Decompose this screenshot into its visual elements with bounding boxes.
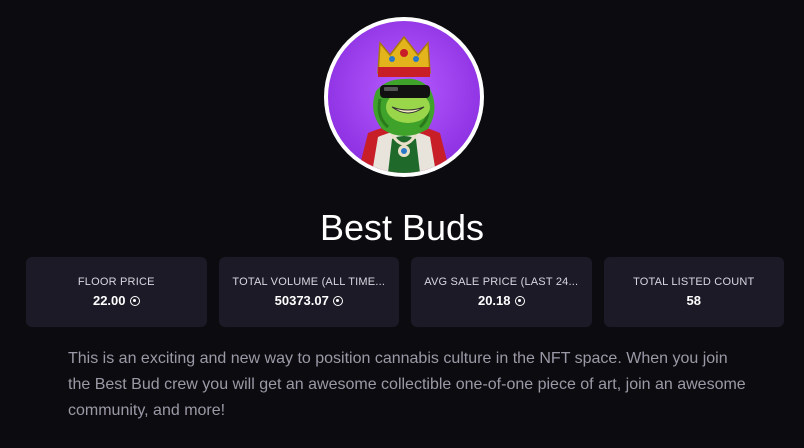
stat-label: AVG SALE PRICE (LAST 24... (424, 276, 579, 288)
collection-avatar (324, 17, 484, 177)
stat-value-text: 58 (686, 293, 701, 308)
sol-icon (129, 295, 140, 306)
stat-value: 58 (687, 293, 701, 308)
stat-label: TOTAL VOLUME (ALL TIME... (232, 276, 386, 288)
stat-value: 20.18 (478, 293, 525, 308)
collection-description: This is an exciting and new way to posit… (68, 350, 746, 419)
sol-icon (332, 295, 343, 306)
stat-value-text: 50373.07 (274, 293, 329, 308)
bud-king-image (328, 21, 480, 173)
stat-value-text: 20.18 (477, 293, 511, 308)
collection-title: Best Buds (319, 207, 485, 248)
stat-card-listed-count: TOTAL LISTED COUNT 58 (603, 257, 784, 327)
stat-label: FLOOR PRICE (77, 276, 155, 288)
stat-value-text: 22.00 (92, 293, 126, 308)
stat-card-floor-price: FLOOR PRICE 22.00 (26, 257, 207, 327)
stat-label: TOTAL LISTED COUNT (633, 276, 755, 288)
stats-row: FLOOR PRICE 22.00 TOTAL VOLUME (ALL TIME… (26, 257, 784, 327)
sol-icon (514, 295, 525, 306)
stat-value: 22.00 (93, 293, 140, 308)
collection-page: Best Buds FLOOR PRICE 22.00 TOTAL VOLUME… (0, 0, 804, 448)
stat-card-avg-sale-price: AVG SALE PRICE (LAST 24... 20.18 (411, 257, 592, 327)
stat-card-total-volume: TOTAL VOLUME (ALL TIME... 50373.07 (218, 257, 399, 327)
stat-value: 50373.07 (275, 293, 343, 308)
